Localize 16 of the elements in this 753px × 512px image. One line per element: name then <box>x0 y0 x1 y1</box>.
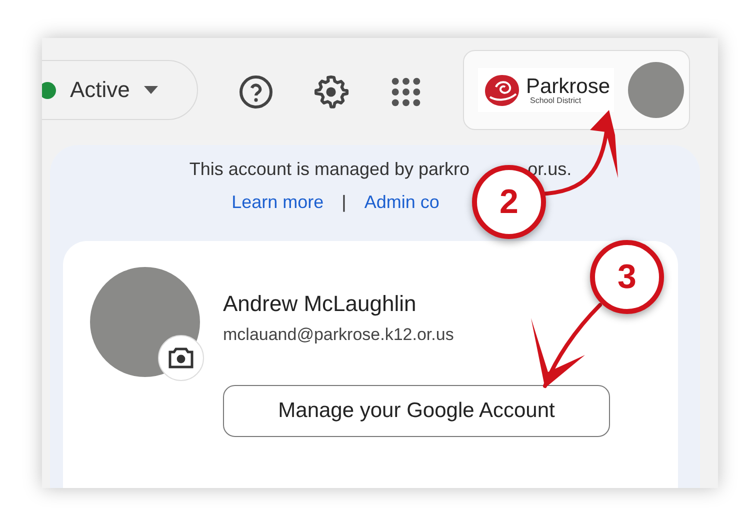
separator: | <box>342 192 346 212</box>
org-subtitle: School District <box>530 96 582 104</box>
user-name: Andrew McLaughlin <box>223 291 418 317</box>
manage-account-button[interactable]: Manage your Google Account <box>223 385 610 437</box>
learn-more-link[interactable]: Learn more <box>232 192 324 212</box>
rose-icon <box>482 73 522 107</box>
org-name: Parkrose <box>526 76 610 96</box>
camera-icon <box>168 347 194 369</box>
admin-console-link[interactable]: Admin co <box>364 192 440 212</box>
account-switcher[interactable]: Parkrose School District <box>463 50 690 130</box>
managed-notice: This account is managed by parkro <box>189 159 470 181</box>
status-dot <box>42 82 56 98</box>
status-dropdown[interactable]: Active <box>42 60 198 120</box>
caret-icon <box>144 86 158 94</box>
user-email: mclauand@parkrose.k12.or.us <box>223 325 455 345</box>
change-photo-button[interactable] <box>158 335 204 381</box>
